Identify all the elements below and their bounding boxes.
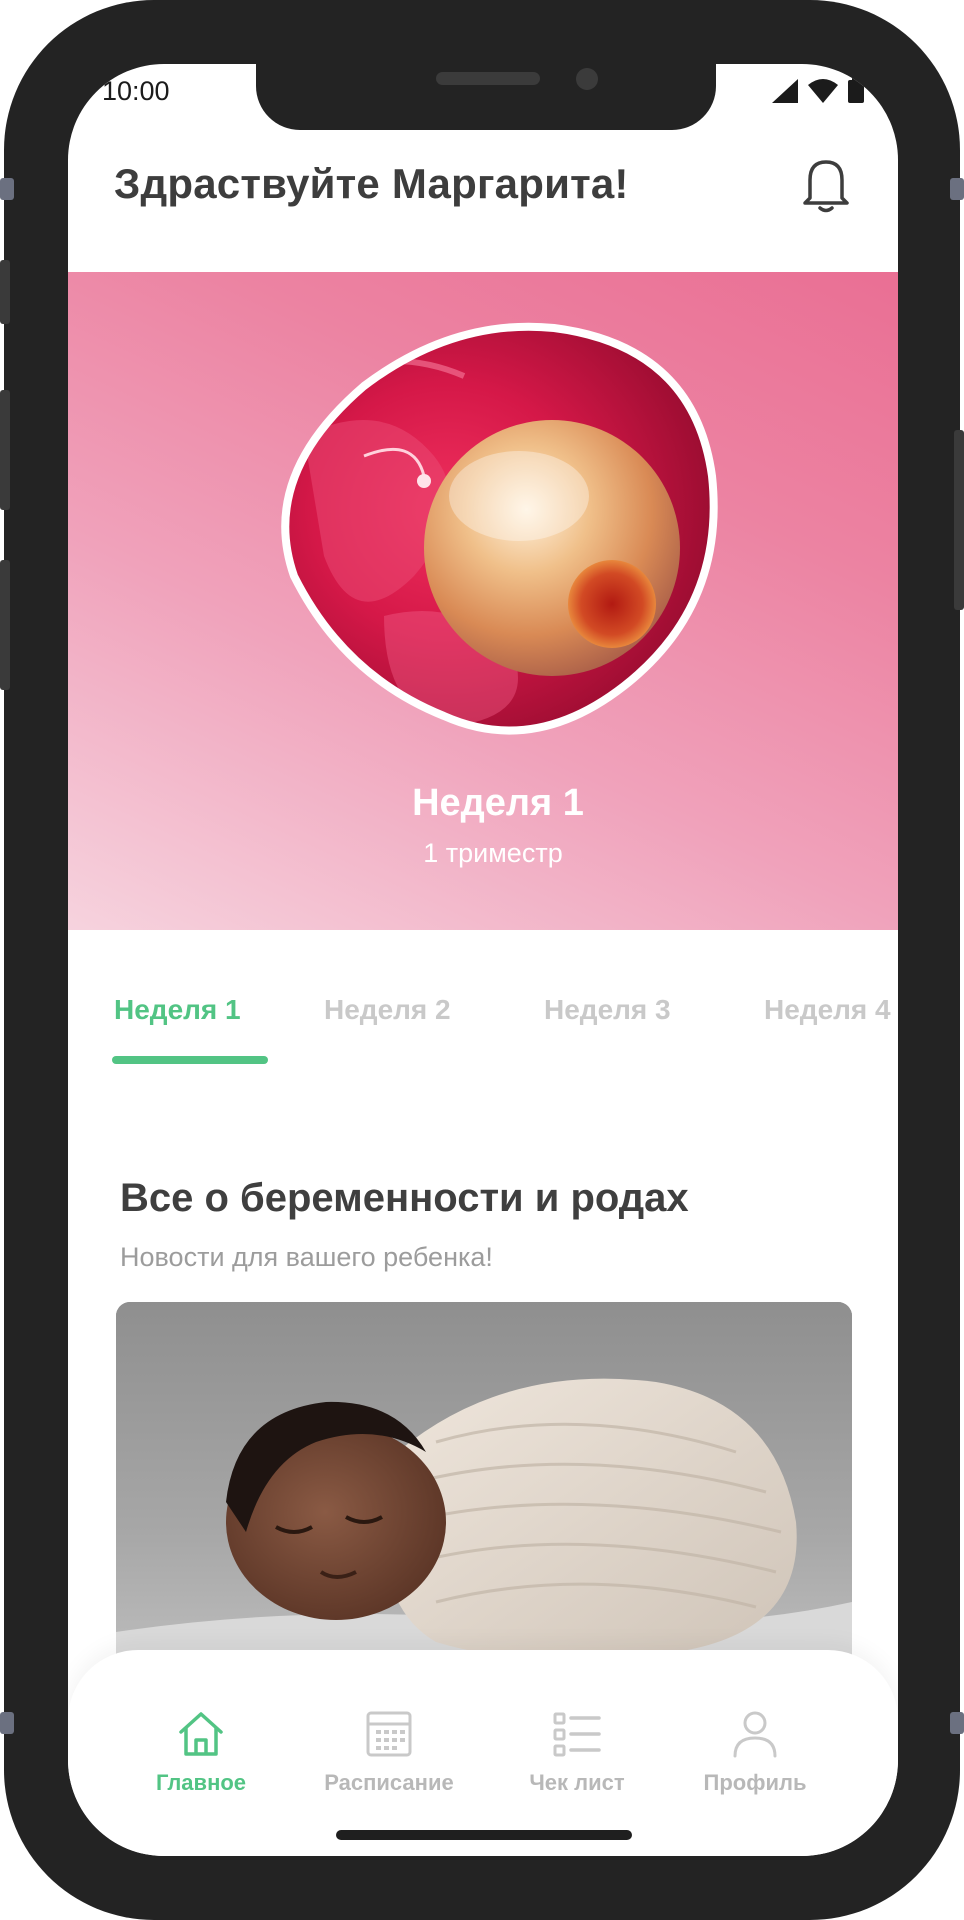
home-icon xyxy=(179,1712,223,1756)
front-camera xyxy=(576,68,598,90)
nav-home[interactable]: Главное xyxy=(126,1708,276,1796)
nav-checklist-label: Чек лист xyxy=(529,1770,625,1795)
calendar-icon xyxy=(366,1711,412,1757)
battery-icon xyxy=(848,77,864,103)
tab-week-4[interactable]: Неделя 4 xyxy=(764,994,891,1026)
volume-up-button xyxy=(0,390,10,510)
nav-home-label: Главное xyxy=(155,1770,247,1795)
home-indicator[interactable] xyxy=(336,1830,632,1840)
nav-profile-label: Профиль xyxy=(703,1770,807,1795)
bottom-navigation: Главное Расписание Чек лист Профиль xyxy=(68,1650,898,1856)
greeting-title: Здраствуйте Маргарита! xyxy=(114,160,629,207)
nav-checklist[interactable]: Чек лист xyxy=(502,1708,652,1796)
cellular-signal-icon xyxy=(772,79,798,103)
bell-icon[interactable] xyxy=(800,156,852,214)
week-tabs: Неделя 1 Неделя 2 Неделя 3 Неделя 4 xyxy=(68,994,898,1074)
profile-icon xyxy=(733,1711,777,1758)
hero-trimester-label: 1 триместр xyxy=(423,838,563,868)
embryo-illustration xyxy=(281,322,718,735)
nav-schedule[interactable]: Расписание xyxy=(314,1708,464,1796)
status-time: 10:00 xyxy=(102,76,170,106)
side-button xyxy=(950,178,964,200)
speaker-grille xyxy=(436,72,540,85)
tab-week-1[interactable]: Неделя 1 xyxy=(114,994,241,1026)
side-button xyxy=(0,178,14,200)
tab-week-2[interactable]: Неделя 2 xyxy=(324,994,451,1026)
notch xyxy=(256,64,716,130)
volume-down-button xyxy=(0,560,10,690)
phone-frame: 10:00 Здраствуйте Маргарита! Неделя 1 1 … xyxy=(0,0,964,1920)
side-button xyxy=(950,1712,964,1734)
active-tab-indicator xyxy=(112,1056,268,1064)
section-title: Все о беременности и родах xyxy=(120,1176,689,1220)
app-screen: 10:00 Здраствуйте Маргарита! Неделя 1 1 … xyxy=(68,64,898,1856)
power-button xyxy=(954,430,964,610)
mute-switch xyxy=(0,260,10,324)
nav-schedule-label: Расписание xyxy=(324,1770,454,1795)
nav-profile[interactable]: Профиль xyxy=(680,1708,830,1796)
tab-week-3[interactable]: Неделя 3 xyxy=(544,994,671,1026)
wifi-icon xyxy=(808,79,838,103)
pregnancy-week-hero: Неделя 1 1 триместр xyxy=(68,272,898,930)
checklist-icon xyxy=(553,1712,601,1757)
side-button xyxy=(0,1712,14,1734)
hero-week-label: Неделя 1 xyxy=(412,782,584,824)
status-icons xyxy=(772,77,864,103)
section-subtitle: Новости для вашего ребенка! xyxy=(120,1242,493,1272)
